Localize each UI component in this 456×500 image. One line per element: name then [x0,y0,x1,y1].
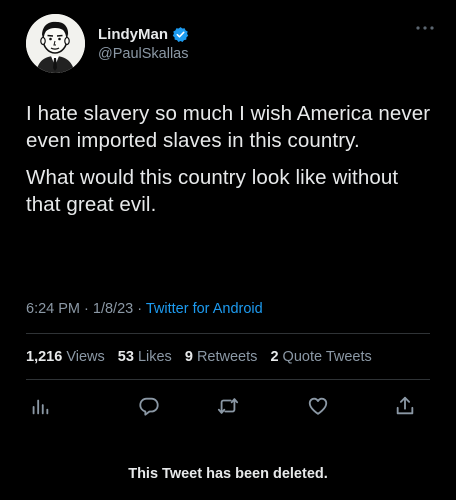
divider [26,379,430,380]
likes-stat[interactable]: 53 Likes [118,349,172,365]
tweet-meta: 6:24 PM · 1/8/23 · Twitter for Android [26,301,263,317]
likes-count: 53 [117,349,134,365]
cartoon-man-avatar-icon [26,14,85,73]
tweet-card: LindyMan @PaulSkallas I hate slavery so … [0,0,456,500]
tweet-date[interactable]: 1/8/23 [93,301,133,317]
tweet-source[interactable]: Twitter for Android [146,301,263,317]
tweet-paragraph: What would this country look like withou… [26,166,399,216]
more-options-icon[interactable] [414,20,436,30]
tweet-paragraph: I hate slavery so much I wish America ne… [26,102,431,152]
reply-icon[interactable] [135,392,163,420]
deleted-notice: This Tweet has been deleted. [128,466,328,482]
retweets-stat[interactable]: 9 Retweets [185,349,258,365]
name-row: LindyMan [98,24,189,44]
display-name[interactable]: LindyMan [98,26,168,43]
retweets-count: 9 [184,349,193,365]
tweet-text: I hate slavery so much I wish America ne… [26,100,436,228]
tweet-header: LindyMan @PaulSkallas [26,14,436,76]
verified-badge-icon [172,26,189,43]
quotes-count: 2 [270,349,279,365]
tweet-stats: 1,216 Views 53 Likes 9 Retweets 2 Quote … [26,349,381,365]
meta-separator: · [84,301,93,317]
divider [26,333,430,334]
likes-label: Likes [137,349,172,365]
user-handle[interactable]: @PaulSkallas [98,46,188,62]
quote-tweets-stat[interactable]: 2 Quote Tweets [270,349,371,365]
meta-separator: · [137,301,146,317]
analytics-icon[interactable] [26,392,54,420]
tweet-time[interactable]: 6:24 PM [26,301,80,317]
share-icon[interactable] [391,392,419,420]
views-count: 1,216 [26,349,63,365]
retweets-label: Retweets [196,349,258,365]
action-bar [26,392,430,420]
avatar[interactable] [26,14,85,73]
quotes-label: Quote Tweets [282,349,372,365]
like-icon[interactable] [304,392,332,420]
retweet-icon[interactable] [214,392,242,420]
views-stat[interactable]: 1,216 Views [26,349,105,365]
views-label: Views [66,349,105,365]
